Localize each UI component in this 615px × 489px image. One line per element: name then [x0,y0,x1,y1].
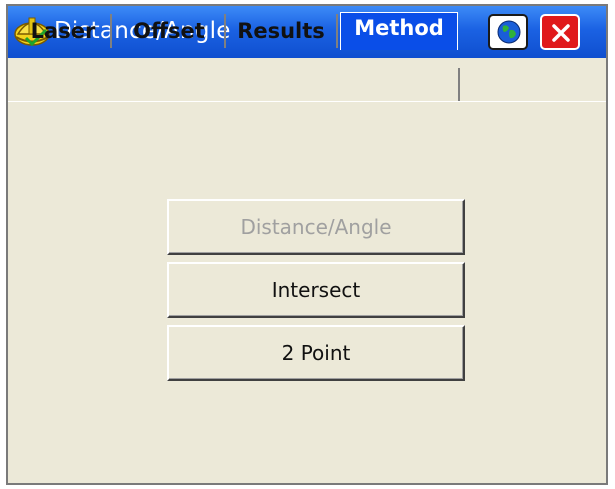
tab-offset[interactable]: Offset [114,14,226,48]
tab-laser[interactable]: Laser [16,14,112,48]
two-point-button[interactable]: 2 Point [167,325,465,381]
close-button[interactable] [540,14,580,50]
globe-button[interactable] [488,14,528,50]
distance-angle-window: Distance/Angle Laser Offset Results Meth… [6,4,608,485]
tab-results[interactable]: Results [226,14,338,48]
globe-icon [497,20,521,44]
tab-method[interactable]: Method [340,12,458,50]
distance-angle-button: Distance/Angle [167,199,465,255]
tab-divider [458,68,460,102]
tab-strip [8,58,606,102]
intersect-button[interactable]: Intersect [167,262,465,318]
tab-baseline [8,101,606,102]
close-icon [552,24,570,42]
